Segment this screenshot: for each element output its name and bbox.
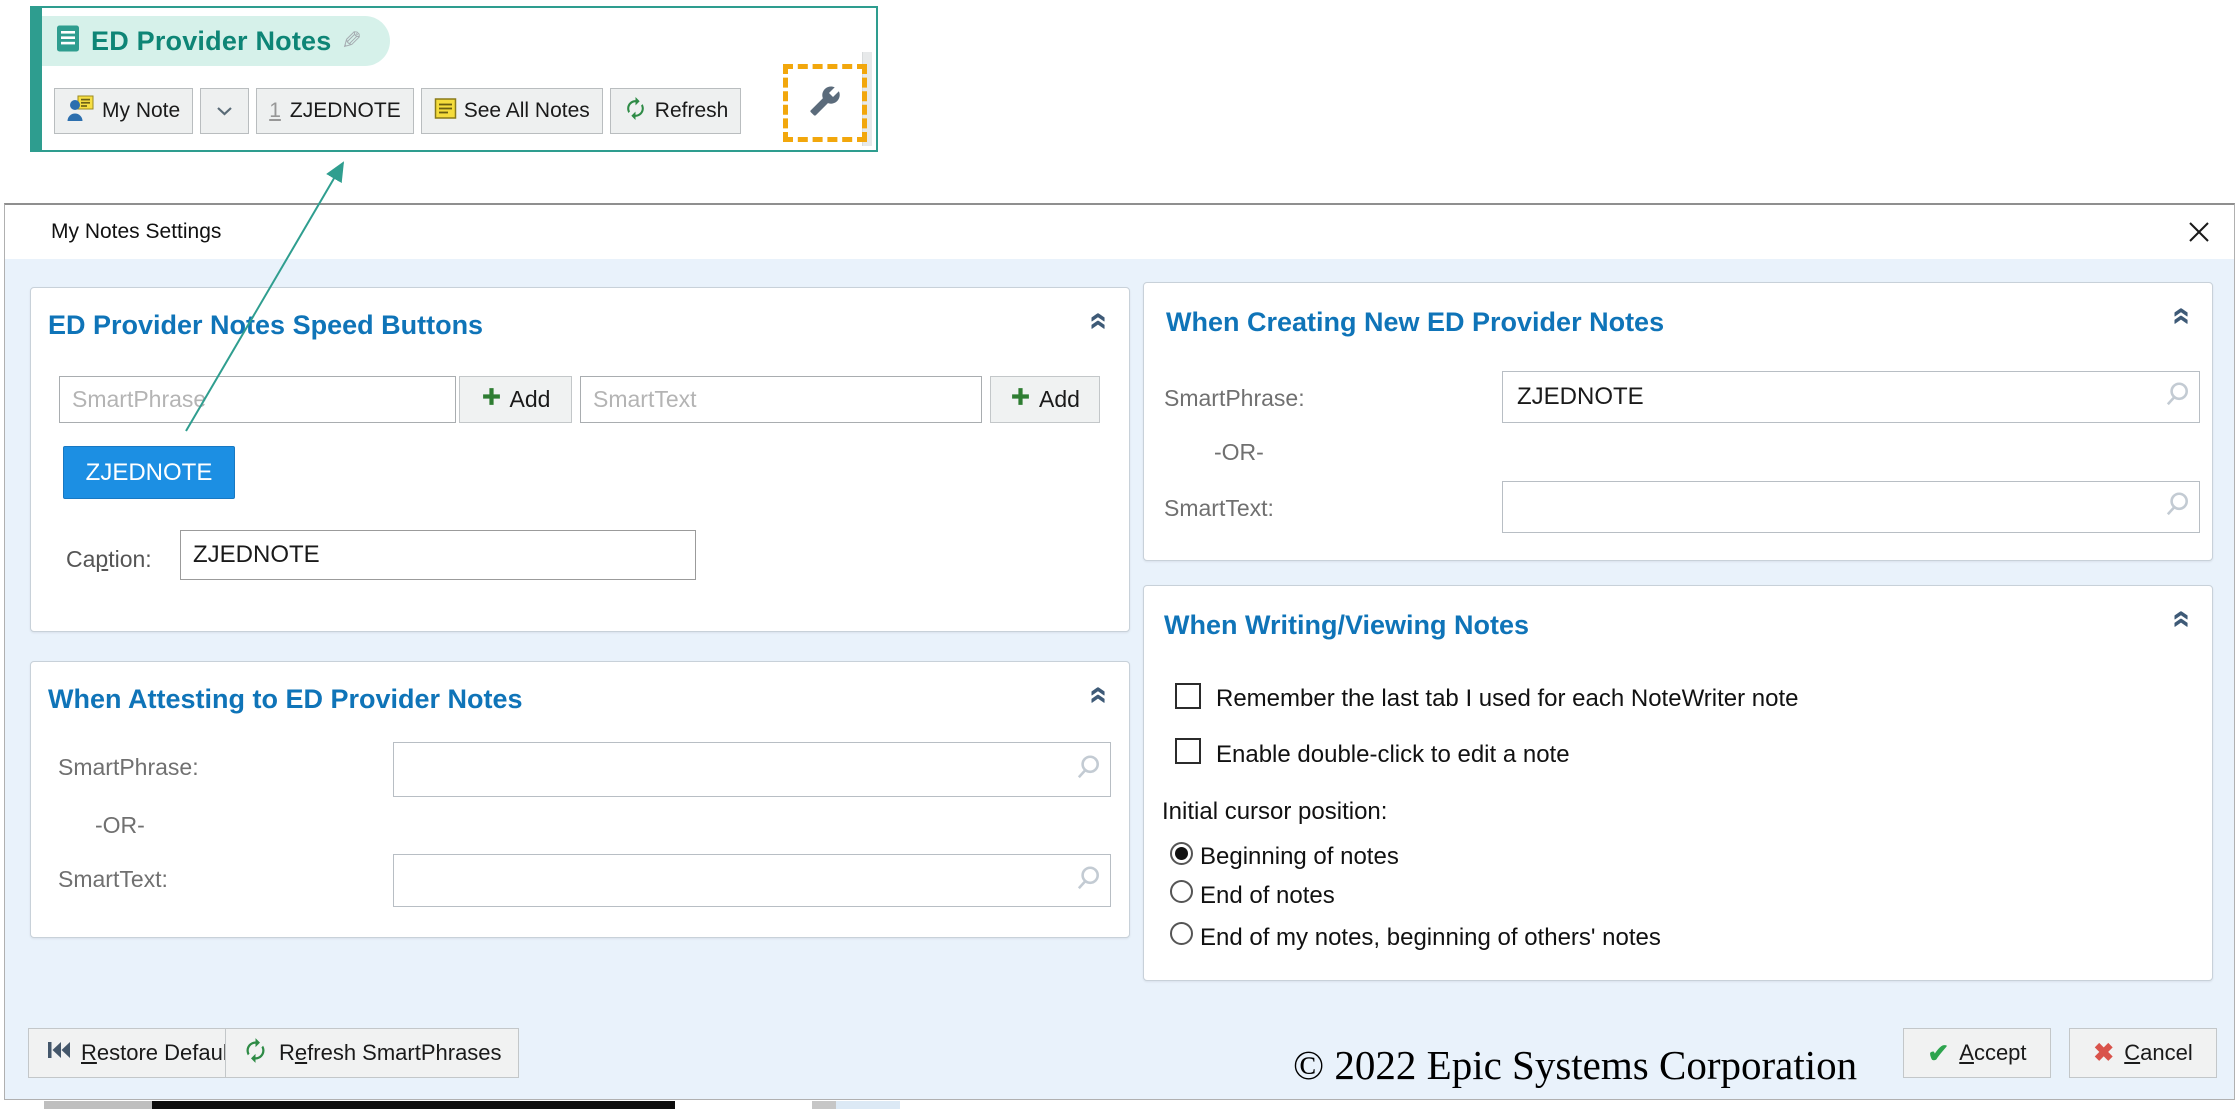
my-note-icon [67,95,95,128]
search-icon[interactable] [1074,753,1102,786]
attest-smartphrase-input[interactable] [394,743,1110,796]
creating-smartphrase-input[interactable] [1503,372,2199,422]
radio-beginning-of-notes[interactable] [1170,842,1193,865]
add-label: Add [1039,386,1080,413]
widget-header: ED Provider Notes ✎ [42,16,390,66]
attest-panel-title: When Attesting to ED Provider Notes [48,684,523,715]
smarttext-label: SmartText: [58,866,168,893]
speed-panel-title: ED Provider Notes Speed Buttons [48,310,483,341]
cancel-label: Cancel [2124,1040,2192,1066]
creating-smarttext-field [1502,481,2200,533]
initial-cursor-position-label: Initial cursor position: [1162,798,1387,826]
skip-back-icon [45,1038,71,1068]
plus-icon [1010,386,1031,413]
see-all-notes-label: See All Notes [464,99,590,123]
dialog-titlebar: My Notes Settings [5,205,2234,259]
screen: ED Provider Notes ✎ My Note [0,0,2240,1109]
creating-panel-title: When Creating New ED Provider Notes [1166,307,1664,338]
speed-button-label: ZJEDNOTE [290,99,401,123]
creating-smarttext-input[interactable] [1503,482,2199,532]
speed-button-accelerator: 1 [269,99,281,123]
search-icon[interactable] [2163,381,2191,414]
smartphrase-add-input[interactable] [59,376,456,423]
note-document-icon [56,24,81,58]
taskbar-fragment [836,1101,900,1109]
edit-pencil-icon[interactable]: ✎ [341,26,362,56]
speed-button-zjednote[interactable]: 1 ZJEDNOTE [256,88,414,134]
zjednote-speed-button[interactable]: ZJEDNOTE [63,446,235,499]
refresh-smartphrases-button[interactable]: Refresh SmartPhrases [225,1028,519,1078]
widget-accent-bar [32,8,42,150]
attest-smarttext-input[interactable] [394,855,1110,906]
accept-label: Accept [1959,1040,2026,1066]
see-all-notes-button[interactable]: See All Notes [421,88,603,134]
radio-end-of-my-notes[interactable] [1170,922,1193,945]
add-smarttext-button[interactable]: Add [990,376,1100,423]
search-icon[interactable] [2163,491,2191,524]
caption-input[interactable] [180,530,696,580]
dialog-title: My Notes Settings [51,205,221,259]
radio-beginning-of-notes-label[interactable]: Beginning of notes [1200,843,1399,871]
chevron-down-icon [216,99,233,123]
my-notes-settings-dialog: My Notes Settings ED Provider Notes Spee… [4,203,2235,1100]
caption-label: Caption: [66,546,152,573]
dialog-body: ED Provider Notes Speed Buttons « Add Ad… [5,259,2234,1099]
creating-smartphrase-field [1502,371,2200,423]
my-note-dropdown-button[interactable] [200,88,249,134]
refresh-smartphrases-label: Refresh SmartPhrases [279,1040,502,1066]
refresh-icon [242,1037,269,1070]
smartphrase-label: SmartPhrase: [58,754,199,781]
widget-title: ED Provider Notes [91,26,331,57]
smarttext-add-input[interactable] [580,376,982,423]
enable-double-click-checkbox[interactable] [1175,738,1201,764]
refresh-label: Refresh [655,99,729,123]
refresh-icon [623,96,648,127]
collapse-chevrons-icon[interactable]: « [1085,312,1115,330]
refresh-button[interactable]: Refresh [610,88,742,134]
cancel-button[interactable]: ✖ Cancel [2069,1028,2217,1078]
accept-button[interactable]: ✔ Accept [1903,1028,2051,1078]
attest-panel: When Attesting to ED Provider Notes « Sm… [30,661,1130,938]
add-smartphrase-button[interactable]: Add [459,376,572,423]
ed-provider-notes-widget: ED Provider Notes ✎ My Note [30,6,878,152]
remember-last-tab-checkbox[interactable] [1175,683,1201,709]
close-icon[interactable] [2186,219,2212,245]
remember-last-tab-label[interactable]: Remember the last tab I used for each No… [1216,685,1799,713]
or-label: -OR- [1214,439,1264,466]
note-icon [434,97,457,126]
radio-end-of-notes-label[interactable]: End of notes [1200,882,1335,910]
creating-panel: When Creating New ED Provider Notes « Sm… [1143,282,2213,561]
smarttext-label: SmartText: [1164,495,1274,522]
radio-end-of-my-notes-label[interactable]: End of my notes, beginning of others' no… [1200,924,1661,952]
writing-panel: When Writing/Viewing Notes « Remember th… [1143,585,2213,981]
or-label: -OR- [95,812,145,839]
smartphrase-label: SmartPhrase: [1164,385,1305,412]
my-note-label: My Note [102,99,180,123]
attest-smarttext-field [393,854,1111,907]
plus-icon [481,386,502,413]
enable-double-click-label[interactable]: Enable double-click to edit a note [1216,741,1570,769]
copyright-text: © 2022 Epic Systems Corporation [1293,1041,1857,1089]
taskbar-fragment [152,1101,675,1109]
x-icon: ✖ [2093,1038,2114,1068]
check-icon: ✔ [1927,1038,1949,1069]
writing-panel-title: When Writing/Viewing Notes [1164,610,1529,641]
wrench-icon [809,85,841,122]
settings-wrench-highlight[interactable] [783,64,867,142]
taskbar-fragment [812,1101,836,1109]
widget-toolbar: My Note 1 ZJEDNOTE [54,88,741,134]
collapse-chevrons-icon[interactable]: « [1085,686,1115,704]
taskbar-fragment [44,1101,152,1109]
my-note-button[interactable]: My Note [54,88,193,134]
collapse-chevrons-icon[interactable]: « [2168,610,2198,628]
attest-smartphrase-field [393,742,1111,797]
search-icon[interactable] [1074,864,1102,897]
collapse-chevrons-icon[interactable]: « [2168,307,2198,325]
radio-end-of-notes[interactable] [1170,880,1193,903]
add-label: Add [510,386,551,413]
speed-buttons-panel: ED Provider Notes Speed Buttons « Add Ad… [30,287,1130,632]
restore-defaults-label: Restore Defaults [81,1040,245,1066]
